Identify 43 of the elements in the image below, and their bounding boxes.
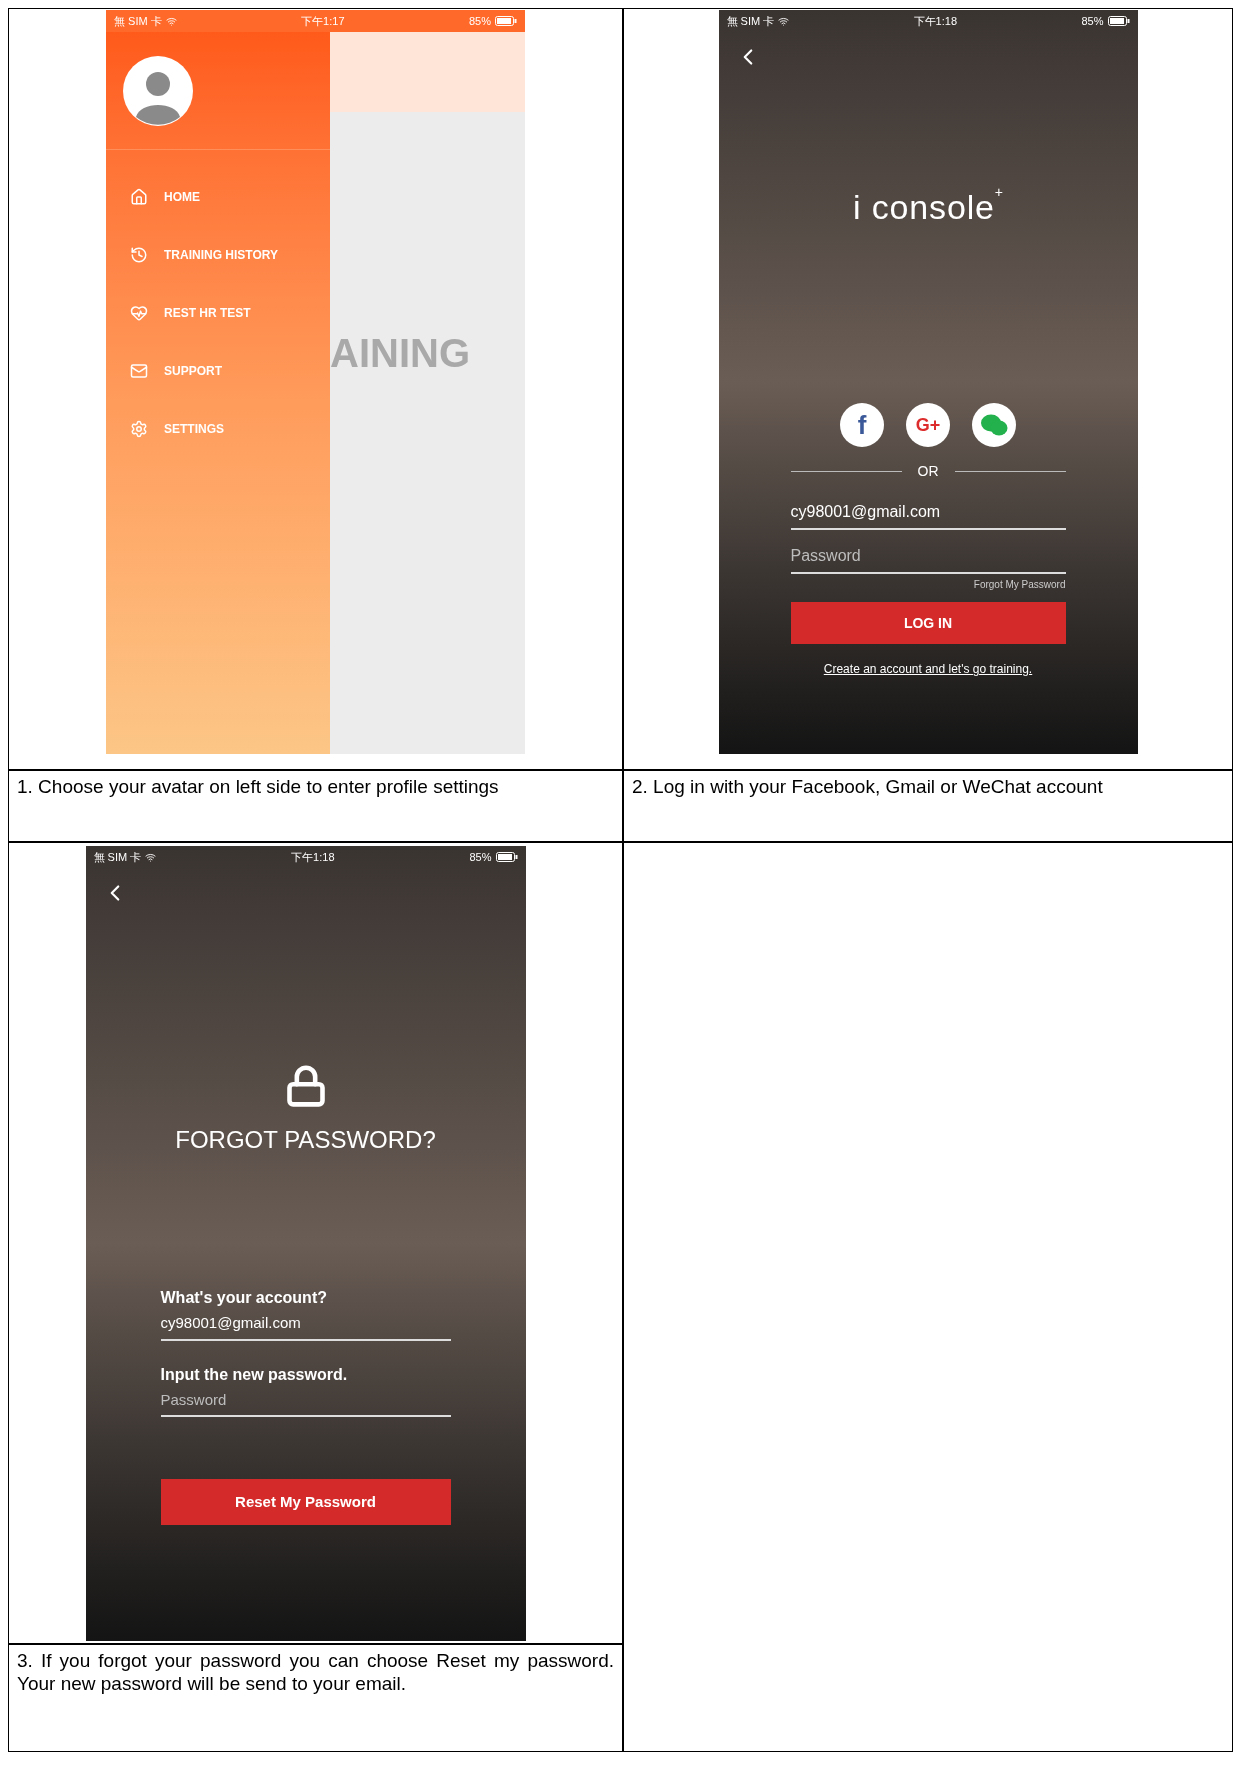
menu-item-icon: [130, 420, 148, 438]
facebook-button[interactable]: f: [840, 403, 884, 447]
carrier-label: 無 SIM 卡: [114, 13, 162, 29]
email-field[interactable]: cy98001@gmail.com: [790, 500, 1066, 530]
email-field[interactable]: cy98001@gmail.com: [160, 1312, 451, 1341]
step-caption: 3. If you forgot your password you can choose Reset my password. Your new password will be send to your email.: [17, 1649, 614, 1695]
field-label: Input the new password.: [160, 1364, 349, 1385]
create-account-link[interactable]: Create an account and let's go training.: [823, 660, 1033, 678]
carrier-label: 無 SIM 卡: [726, 13, 775, 29]
menu-item-icon: [130, 246, 148, 264]
step-caption: 1. Choose your avatar on left side to enter profile settings: [17, 775, 500, 798]
wifi-icon: [165, 15, 177, 27]
password-field[interactable]: Password: [160, 1388, 451, 1417]
menu-item-icon: [130, 188, 148, 206]
battery-label: 85%: [1081, 13, 1104, 29]
app-logo: i console+: [853, 183, 1003, 228]
menu-item-icon: [130, 304, 148, 322]
battery-label: 85%: [469, 849, 492, 865]
login-button[interactable]: LOG IN: [790, 602, 1066, 644]
wifi-icon: [778, 15, 790, 27]
battery-label: 85%: [468, 13, 491, 29]
clock-time: 下午1:17: [301, 13, 345, 29]
faded-heading: AINING: [330, 330, 470, 377]
avatar-icon[interactable]: [122, 54, 194, 127]
menu-item[interactable]: HOME: [106, 168, 330, 226]
wifi-icon: [145, 851, 157, 863]
field-label: What's your account?: [160, 1288, 328, 1308]
menu-item-icon: [130, 362, 148, 380]
battery-icon: [495, 852, 518, 862]
wechat-button[interactable]: [972, 403, 1016, 447]
forgot-password-link[interactable]: Forgot My Password: [973, 577, 1066, 592]
battery-icon: [1107, 16, 1130, 26]
screen-title: FORGOT PASSWORD?: [175, 1125, 436, 1155]
or-divider-label: OR: [917, 462, 939, 481]
clock-time: 下午1:18: [913, 13, 958, 29]
battery-icon: [495, 16, 517, 26]
google-plus-button[interactable]: G+: [906, 403, 950, 447]
carrier-label: 無 SIM 卡: [93, 849, 142, 865]
chat-bubbles-icon: [980, 413, 1008, 437]
password-field[interactable]: Password: [790, 544, 1066, 574]
reset-password-button[interactable]: Reset My Password: [160, 1479, 451, 1525]
step-caption: 2. Log in with your Facebook, Gmail or WeChat account: [632, 775, 1104, 798]
clock-time: 下午1:18: [291, 849, 335, 865]
